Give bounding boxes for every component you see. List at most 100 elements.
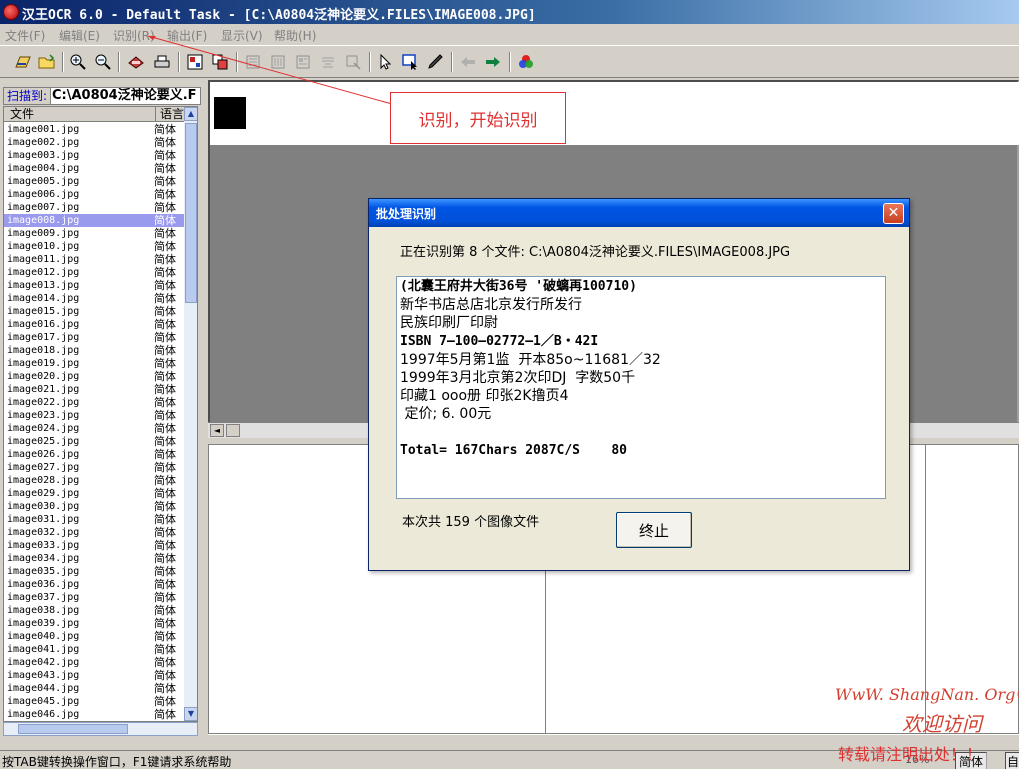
file-row[interactable]: image032.jpg 简体: [4, 526, 184, 539]
pen-icon[interactable]: [424, 51, 446, 73]
file-row[interactable]: image004.jpg 简体: [4, 162, 184, 175]
file-rows: image001.jpg 简体 image002.jpg 简体 image003.jpg…: [4, 123, 184, 721]
file-row[interactable]: image036.jpg 简体: [4, 578, 184, 591]
file-row[interactable]: image005.jpg 简体: [4, 175, 184, 188]
file-row[interactable]: image006.jpg 简体: [4, 188, 184, 201]
recognition-result-box[interactable]: (北囊王府井大街36号 '破螭再100710) 新华书店总店北京发行所发行 民族印刷…: [396, 276, 886, 499]
file-row[interactable]: image014.jpg 简体: [4, 292, 184, 305]
scroll-left-icon[interactable]: ◄: [210, 424, 224, 437]
file-row[interactable]: image009.jpg 简体: [4, 227, 184, 240]
file-row[interactable]: image008.jpg 简体: [4, 214, 184, 227]
file-row[interactable]: image041.jpg 简体: [4, 643, 184, 656]
scroll-thumb-small[interactable]: [226, 424, 240, 437]
watermark-notice: 转载请注明出处！！: [838, 745, 983, 764]
file-row[interactable]: image027.jpg 简体: [4, 461, 184, 474]
file-row[interactable]: image034.jpg 简体: [4, 552, 184, 565]
file-name: image031.jpg: [7, 514, 80, 525]
back-arrow-icon[interactable]: [457, 51, 479, 73]
file-row[interactable]: image023.jpg 简体: [4, 409, 184, 422]
region-a-icon[interactable]: [242, 51, 264, 73]
file-row[interactable]: image035.jpg 简体: [4, 565, 184, 578]
file-name: image012.jpg: [7, 267, 80, 278]
file-row[interactable]: image007.jpg 简体: [4, 201, 184, 214]
scroll-up-icon[interactable]: ▲: [184, 107, 197, 121]
file-row[interactable]: image025.jpg 简体: [4, 435, 184, 448]
scan-icon[interactable]: [125, 51, 147, 73]
file-row[interactable]: image013.jpg 简体: [4, 279, 184, 292]
file-row[interactable]: image021.jpg 简体: [4, 383, 184, 396]
color-icon[interactable]: [515, 51, 537, 73]
dialog-title-bar[interactable]: 批处理识别 ✕: [369, 199, 909, 227]
forward-arrow-icon[interactable]: [482, 51, 504, 73]
zoom-out-icon[interactable]: [92, 51, 114, 73]
file-language: 简体: [154, 149, 176, 162]
scroll-thumb[interactable]: [185, 123, 197, 303]
region-e-icon[interactable]: [342, 51, 364, 73]
file-list[interactable]: 文件 语言 image001.jpg 简体 image002.jpg 简体 image0…: [3, 106, 198, 722]
file-row[interactable]: image022.jpg 简体: [4, 396, 184, 409]
file-row[interactable]: image001.jpg 简体: [4, 123, 184, 136]
file-row[interactable]: image018.jpg 简体: [4, 344, 184, 357]
menu-view[interactable]: 显示(V): [221, 27, 263, 44]
layout-icon[interactable]: [184, 51, 206, 73]
file-row[interactable]: image042.jpg 简体: [4, 656, 184, 669]
open-folder-icon[interactable]: [36, 51, 58, 73]
file-row[interactable]: image030.jpg 简体: [4, 500, 184, 513]
scanner-icon[interactable]: [151, 51, 173, 73]
file-row[interactable]: image016.jpg 简体: [4, 318, 184, 331]
hscroll-thumb[interactable]: [18, 724, 128, 734]
copy-region-icon[interactable]: [209, 51, 231, 73]
file-row[interactable]: image010.jpg 简体: [4, 240, 184, 253]
file-row[interactable]: image019.jpg 简体: [4, 357, 184, 370]
region-b-icon[interactable]: [267, 51, 289, 73]
menu-recognize[interactable]: 识别(R): [113, 27, 155, 44]
app-logo-icon[interactable]: [3, 4, 19, 20]
menu-bar: 文件(F) 编辑(E) 识别(R) 输出(F) 显示(V) 帮助(H): [0, 24, 1019, 45]
file-row[interactable]: image012.jpg 简体: [4, 266, 184, 279]
file-name: image011.jpg: [7, 254, 80, 265]
region-d-icon[interactable]: [317, 51, 339, 73]
close-icon[interactable]: ✕: [883, 203, 904, 224]
file-row[interactable]: image038.jpg 简体: [4, 604, 184, 617]
menu-help[interactable]: 帮助(H): [274, 27, 316, 44]
menu-output[interactable]: 输出(F): [167, 27, 207, 44]
file-row[interactable]: image020.jpg 简体: [4, 370, 184, 383]
file-row[interactable]: image040.jpg 简体: [4, 630, 184, 643]
file-row[interactable]: image044.jpg 简体: [4, 682, 184, 695]
file-row[interactable]: image017.jpg 简体: [4, 331, 184, 344]
file-list-vscrollbar[interactable]: ▲ ▼: [184, 107, 197, 721]
open-scan-icon[interactable]: [12, 51, 34, 73]
menu-edit[interactable]: 编辑(E): [59, 27, 100, 44]
file-language: 简体: [154, 253, 176, 266]
file-row[interactable]: image024.jpg 简体: [4, 422, 184, 435]
region-c-icon[interactable]: [292, 51, 314, 73]
menu-file[interactable]: 文件(F): [5, 27, 45, 44]
column-header-file[interactable]: 文件: [10, 107, 34, 121]
file-language: 简体: [154, 474, 176, 487]
file-row[interactable]: image028.jpg 简体: [4, 474, 184, 487]
stop-button[interactable]: 终止: [616, 512, 692, 548]
column-header-language[interactable]: 语言: [155, 107, 184, 121]
select-arrow-icon[interactable]: [374, 51, 396, 73]
file-row[interactable]: image037.jpg 简体: [4, 591, 184, 604]
file-row[interactable]: image026.jpg 简体: [4, 448, 184, 461]
file-row[interactable]: image015.jpg 简体: [4, 305, 184, 318]
file-row[interactable]: image039.jpg 简体: [4, 617, 184, 630]
zoom-in-icon[interactable]: [67, 51, 89, 73]
file-list-hscrollbar[interactable]: [3, 722, 198, 736]
file-row[interactable]: image046.jpg 简体: [4, 708, 184, 721]
scroll-down-icon[interactable]: ▼: [184, 707, 197, 721]
page-thumbnail[interactable]: [214, 97, 246, 129]
file-language: 简体: [154, 656, 176, 669]
file-row[interactable]: image003.jpg 简体: [4, 149, 184, 162]
file-row[interactable]: image033.jpg 简体: [4, 539, 184, 552]
file-name: image004.jpg: [7, 163, 80, 174]
file-row[interactable]: image043.jpg 简体: [4, 669, 184, 682]
scan-to-tab[interactable]: 扫描到:: [4, 88, 52, 104]
select-box-icon[interactable]: [399, 51, 421, 73]
file-row[interactable]: image011.jpg 简体: [4, 253, 184, 266]
file-row[interactable]: image029.jpg 简体: [4, 487, 184, 500]
file-row[interactable]: image002.jpg 简体: [4, 136, 184, 149]
file-row[interactable]: image031.jpg 简体: [4, 513, 184, 526]
file-row[interactable]: image045.jpg 简体: [4, 695, 184, 708]
